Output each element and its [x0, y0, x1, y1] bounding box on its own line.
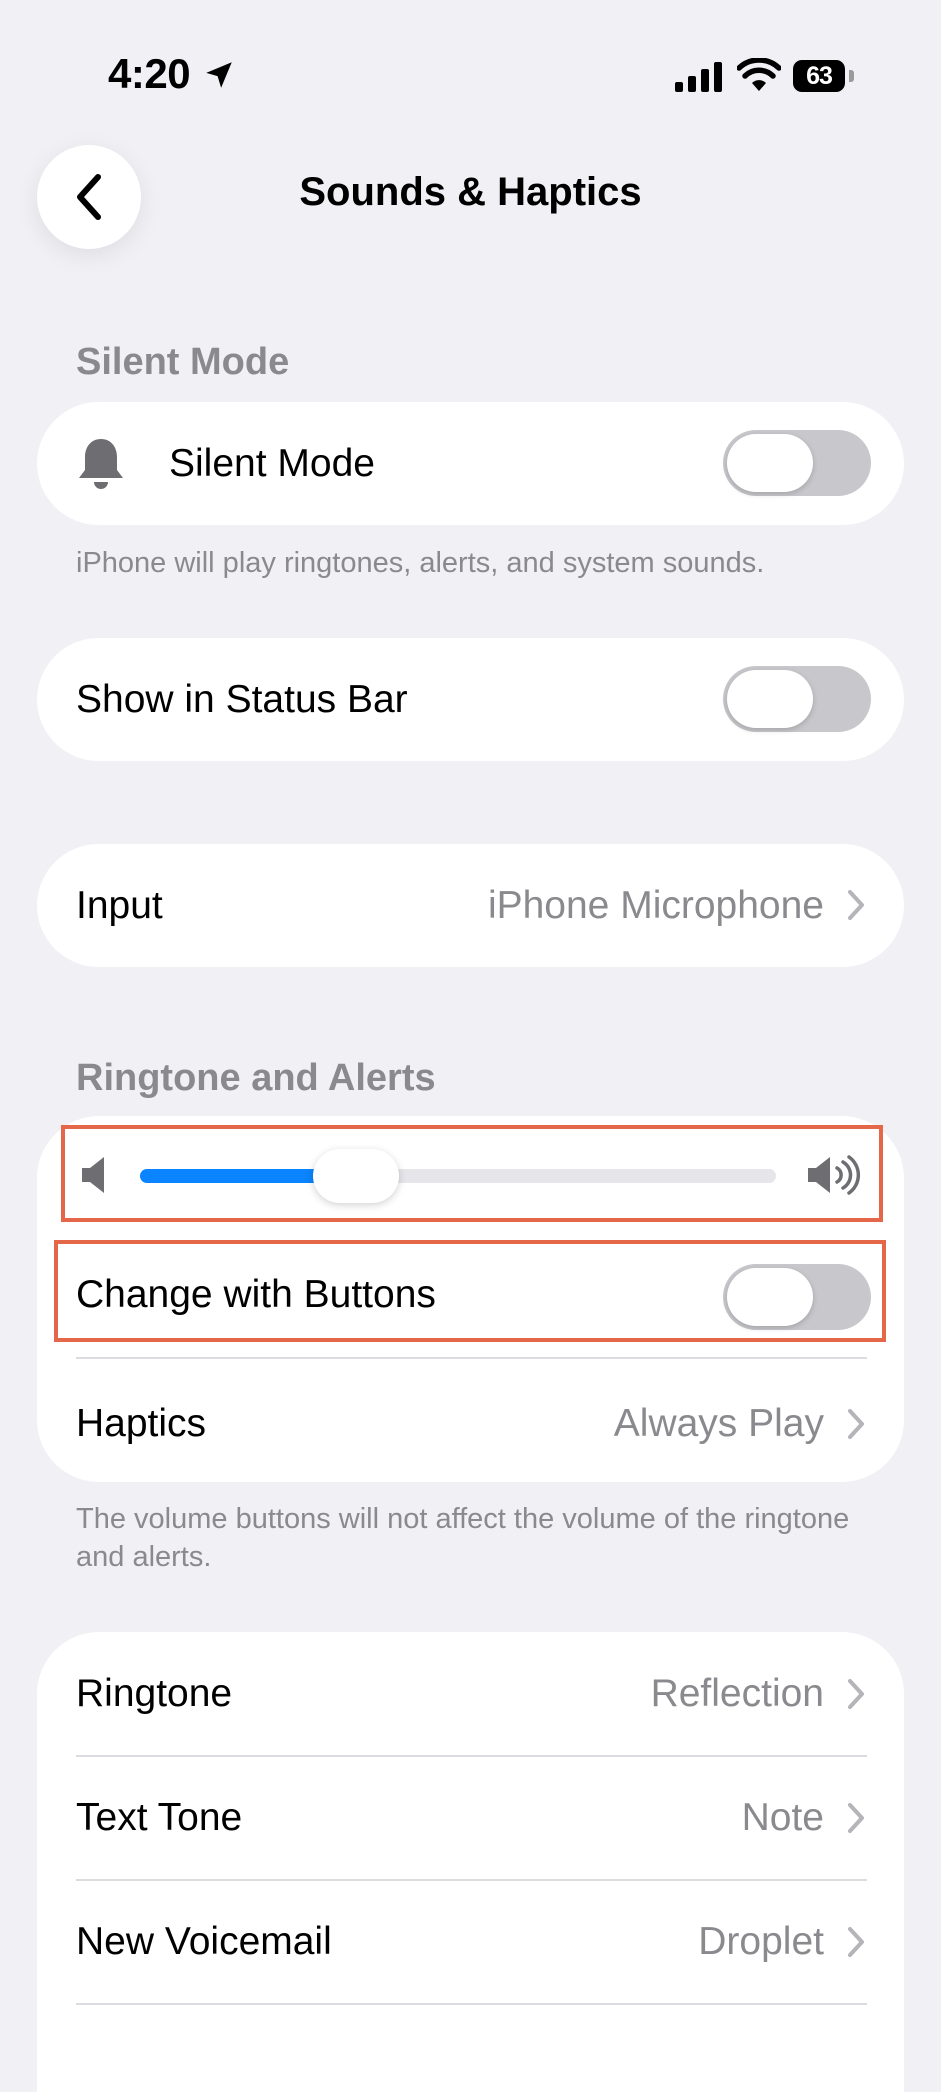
change-with-buttons-highlight: [54, 1240, 886, 1342]
haptics-label: Haptics: [76, 1402, 207, 1445]
separator: [76, 1357, 867, 1359]
silent-mode-toggle[interactable]: [723, 430, 871, 496]
status-bar-card: Show in Status Bar: [37, 638, 904, 761]
separator: [76, 2003, 867, 2005]
input-card: Input iPhone Microphone: [37, 844, 904, 967]
wifi-icon: [737, 58, 781, 91]
show-in-status-bar-toggle[interactable]: [723, 666, 871, 732]
input-row[interactable]: Input iPhone Microphone: [37, 844, 904, 967]
show-in-status-bar-row[interactable]: Show in Status Bar: [37, 638, 904, 761]
haptics-row[interactable]: Haptics Always Play: [37, 1366, 904, 1482]
chevron-right-icon: [848, 1927, 864, 1957]
text-tone-row[interactable]: Text Tone Note: [37, 1756, 904, 1880]
ringtone-label: Ringtone: [76, 1672, 233, 1715]
new-voicemail-row[interactable]: New Voicemail Droplet: [37, 1880, 904, 2004]
show-in-status-bar-label: Show in Status Bar: [76, 677, 408, 721]
status-time: 4:20: [108, 50, 191, 97]
new-voicemail-value: Droplet: [698, 1920, 824, 1963]
toggle-knob: [727, 434, 813, 492]
haptics-value: Always Play: [613, 1402, 824, 1445]
text-tone-value: Note: [741, 1796, 824, 1839]
toggle-knob: [727, 670, 813, 728]
chevron-right-icon: [848, 890, 864, 920]
volume-slider-highlight: [61, 1125, 883, 1222]
ringtone-value: Reflection: [650, 1672, 824, 1715]
new-voicemail-label: New Voicemail: [76, 1920, 332, 1963]
input-label: Input: [76, 883, 163, 927]
section-header-ringtone-alerts: Ringtone and Alerts: [76, 1057, 436, 1099]
chevron-right-icon: [848, 1679, 864, 1709]
input-value: iPhone Microphone: [487, 883, 824, 927]
section-header-silent-mode: Silent Mode: [76, 341, 290, 383]
page-title: Sounds & Haptics: [299, 170, 642, 214]
silent-mode-footer: iPhone will play ringtones, alerts, and …: [76, 547, 765, 579]
silent-mode-label: Silent Mode: [169, 441, 375, 485]
ringtone-alerts-footer: The volume buttons will not affect the v…: [76, 1503, 850, 1573]
chevron-right-icon: [848, 1803, 864, 1833]
sounds-card: Ringtone Reflection Text Tone Note New V…: [37, 1632, 904, 2092]
silent-mode-card: Silent Mode: [37, 402, 904, 525]
battery-indicator: 63: [793, 60, 845, 92]
cellular-signal-icon: [675, 62, 722, 92]
location-arrow-icon: [206, 62, 232, 88]
battery-cap: [849, 70, 854, 82]
text-tone-label: Text Tone: [76, 1796, 243, 1839]
bell-icon: [79, 439, 123, 489]
silent-mode-row[interactable]: Silent Mode: [37, 402, 904, 525]
chevron-right-icon: [848, 1409, 864, 1439]
ringtone-row[interactable]: Ringtone Reflection: [37, 1632, 904, 1756]
